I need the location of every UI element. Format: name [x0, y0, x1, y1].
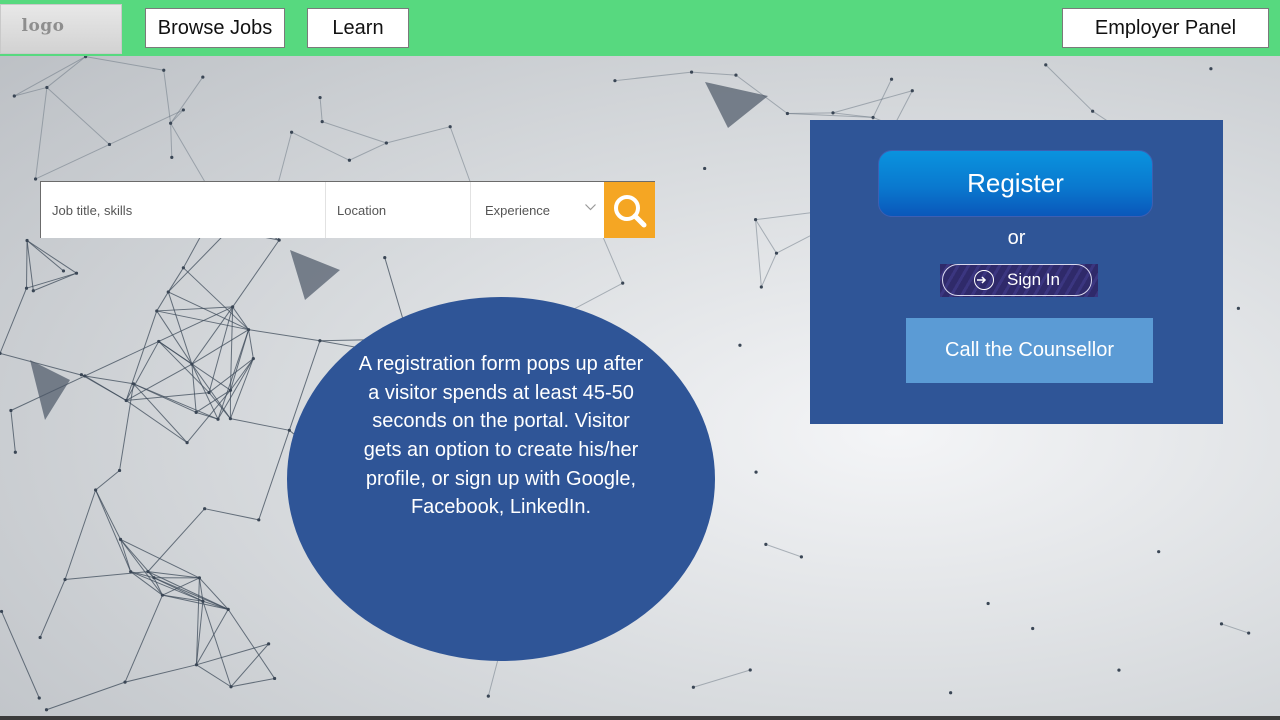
- sign-in-button-wrapper: Sign In: [940, 264, 1098, 297]
- job-title-field[interactable]: [50, 182, 320, 238]
- sign-in-label: Sign In: [1007, 270, 1060, 289]
- or-separator: or: [1007, 227, 1026, 249]
- logo[interactable]: logo: [0, 4, 122, 54]
- sign-in-icon: [974, 270, 994, 290]
- employer-panel-button[interactable]: Employer Panel: [1062, 8, 1269, 48]
- call-counsellor-button[interactable]: Call the Counsellor: [906, 318, 1153, 383]
- job-search-bar: Experience: [40, 181, 655, 238]
- experience-label: Experience: [485, 202, 551, 218]
- browse-jobs-button[interactable]: Browse Jobs: [145, 8, 285, 48]
- job-title-input[interactable]: [50, 201, 320, 219]
- registration-note-text: A registration form pops up after a visi…: [358, 352, 644, 519]
- bottom-border: [0, 716, 1280, 720]
- location-field[interactable]: [335, 182, 470, 238]
- registration-panel: Register or Sign In Call the Counsellor: [810, 120, 1223, 424]
- top-navigation-bar: logo Browse Jobs Learn Employer Panel: [0, 0, 1280, 56]
- sign-in-button[interactable]: Sign In: [942, 264, 1092, 296]
- search-button[interactable]: [604, 182, 655, 238]
- registration-note-callout: A registration form pops up after a visi…: [287, 297, 715, 661]
- search-icon: [604, 195, 655, 242]
- chevron-down-icon: [585, 203, 596, 214]
- search-divider: [470, 182, 471, 238]
- learn-button[interactable]: Learn: [307, 8, 409, 48]
- register-button[interactable]: Register: [878, 150, 1153, 217]
- search-divider: [325, 182, 326, 238]
- location-input[interactable]: [335, 201, 470, 219]
- logo-text: logo: [21, 16, 65, 36]
